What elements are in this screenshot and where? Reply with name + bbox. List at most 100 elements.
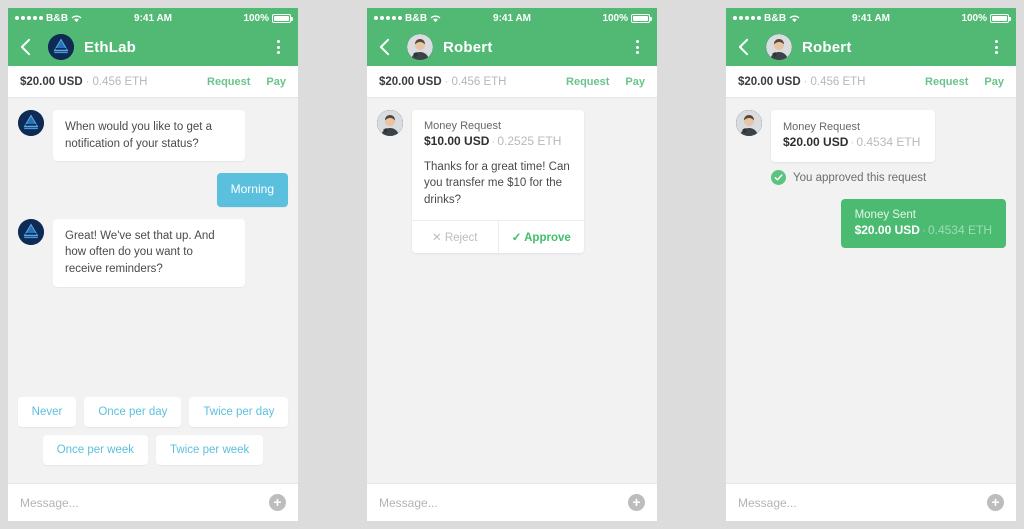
approve-button[interactable]: ✓ Approve — [499, 221, 585, 253]
carrier-label: B&B — [46, 12, 69, 24]
money-request-amount-usd: $20.00 USD — [783, 135, 849, 149]
quick-reply-never[interactable]: Never — [17, 397, 77, 427]
quick-reply-group: Never Once per day Twice per day Once pe… — [17, 397, 289, 473]
money-request-actions: ✕ Reject ✓ Approve — [412, 219, 585, 253]
nav-bar: EthLab — [8, 28, 298, 66]
balance-separator: · — [444, 75, 449, 88]
chat-thread: Money Request $20.00 USD · 0.4534 ETH You … — [726, 98, 1016, 483]
phone-screen-money-request: B&B 9:41 AM 100% Robert $20.00 USD · 0.4… — [367, 8, 657, 521]
signal-strength-icon — [374, 16, 402, 20]
pay-button[interactable]: Pay — [625, 76, 645, 88]
plus-circle-icon[interactable]: + — [628, 494, 645, 511]
status-bar-left: B&B — [15, 13, 134, 24]
money-request-amount-eth: 0.2525 ETH — [497, 134, 562, 148]
message-row-money-request: Money Request $20.00 USD · 0.4534 ETH — [736, 110, 1006, 162]
status-bar-time: 9:41 AM — [852, 12, 890, 24]
message-composer[interactable]: Message... + — [726, 483, 1016, 521]
message-bubble: Great! We've set that up. And how often … — [53, 218, 245, 287]
reject-button[interactable]: ✕ Reject — [412, 220, 499, 253]
request-button[interactable]: Request — [207, 76, 250, 88]
robert-photo-avatar[interactable] — [407, 34, 433, 60]
signal-strength-icon — [733, 16, 761, 20]
pay-button[interactable]: Pay — [266, 76, 286, 88]
money-request-card: Money Request $20.00 USD · 0.4534 ETH — [771, 110, 935, 162]
ethlab-logo-avatar[interactable] — [48, 34, 74, 60]
battery-full-icon — [990, 13, 1012, 23]
x-icon: ✕ — [432, 231, 442, 244]
approved-notice: You approved this request — [771, 170, 1006, 185]
money-request-separator: · — [850, 135, 855, 149]
nav-bar: Robert — [367, 28, 657, 66]
message-row-bot: Great! We've set that up. And how often … — [18, 218, 288, 287]
status-bar-time: 9:41 AM — [493, 12, 531, 24]
status-bar-left: B&B — [374, 13, 493, 24]
quick-reply-twice-per-day[interactable]: Twice per day — [189, 397, 289, 427]
money-request-amount-eth: 0.4534 ETH — [856, 135, 921, 149]
money-sent-separator: · — [921, 223, 926, 237]
money-request-amount-usd: $10.00 USD — [424, 134, 490, 148]
battery-percent-label: 100% — [602, 12, 629, 24]
status-bar-right: 100% — [890, 13, 1012, 24]
status-bar-time: 9:41 AM — [134, 12, 172, 24]
money-request-card-body: Money Request $10.00 USD · 0.2525 ETH Than… — [412, 110, 584, 220]
balance-usd: $20.00 USD — [20, 75, 83, 88]
chat-thread: Money Request $10.00 USD · 0.2525 ETH Than… — [367, 98, 657, 483]
balance-eth: 0.456 ETH — [810, 75, 866, 88]
carrier-label: B&B — [405, 12, 428, 24]
quick-reply-row: Once per week Twice per week — [18, 435, 288, 465]
status-bar-left: B&B — [733, 13, 852, 24]
balance-usd: $20.00 USD — [379, 75, 442, 88]
money-sent-amount-usd: $20.00 USD — [854, 223, 920, 237]
reject-label: Reject — [444, 231, 478, 244]
balance-bar: $20.00 USD · 0.456 ETH Request Pay — [726, 66, 1016, 98]
balance-bar: $20.00 USD · 0.456 ETH Request Pay — [8, 66, 298, 98]
page-title: Robert — [443, 38, 493, 56]
kebab-menu-icon[interactable] — [629, 40, 645, 54]
message-row-money-request: Money Request $10.00 USD · 0.2525 ETH Than… — [377, 110, 647, 253]
message-row-user: Morning — [18, 173, 288, 207]
money-request-separator: · — [491, 134, 496, 148]
money-request-title: Money Request — [783, 121, 861, 133]
quick-reply-once-per-week[interactable]: Once per week — [42, 435, 149, 465]
robert-photo-avatar — [377, 110, 403, 136]
money-sent-amount: $20.00 USD · 0.4534 ETH — [855, 223, 992, 237]
approved-notice-text: You approved this request — [793, 171, 927, 184]
chevron-left-icon[interactable] — [738, 35, 756, 59]
kebab-menu-icon[interactable] — [988, 40, 1004, 54]
page-title: Robert — [802, 38, 852, 56]
balance-actions: Request Pay — [207, 76, 286, 88]
quick-reply-twice-per-week[interactable]: Twice per week — [156, 435, 264, 465]
message-input[interactable]: Message... — [20, 496, 269, 510]
message-composer[interactable]: Message... + — [8, 483, 298, 521]
quick-reply-once-per-day[interactable]: Once per day — [84, 397, 182, 427]
message-input[interactable]: Message... — [379, 496, 628, 510]
battery-percent-label: 100% — [243, 12, 270, 24]
pay-button[interactable]: Pay — [984, 76, 1004, 88]
message-bubble-user: Morning — [216, 173, 288, 207]
robert-photo-avatar[interactable] — [766, 34, 792, 60]
balance-actions: Request Pay — [925, 76, 1004, 88]
money-sent-amount-eth: 0.4534 ETH — [927, 223, 992, 237]
check-circle-icon — [771, 170, 786, 185]
balance-actions: Request Pay — [566, 76, 645, 88]
money-request-amount: $10.00 USD · 0.2525 ETH — [424, 134, 572, 148]
wifi-icon — [71, 14, 82, 23]
chevron-left-icon[interactable] — [20, 35, 38, 59]
message-row-bot: When would you like to get a notificatio… — [18, 110, 288, 162]
message-input[interactable]: Message... — [738, 496, 987, 510]
wifi-icon — [789, 14, 800, 23]
carrier-label: B&B — [764, 12, 787, 24]
chat-thread: When would you like to get a notificatio… — [8, 98, 298, 483]
kebab-menu-icon[interactable] — [270, 40, 286, 54]
status-bar-right: 100% — [531, 12, 653, 24]
plus-circle-icon[interactable]: + — [269, 494, 286, 511]
signal-strength-icon — [15, 16, 43, 20]
chevron-left-icon[interactable] — [379, 35, 397, 59]
request-button[interactable]: Request — [566, 76, 609, 88]
phone-screen-ethlab-chat: B&B 9:41 AM 100% EthLab $20.00 USD · 0.4… — [8, 8, 298, 521]
message-composer[interactable]: Message... + — [367, 483, 657, 521]
money-sent-bubble: Money Sent $20.00 USD · 0.4534 ETH — [840, 199, 1006, 248]
plus-circle-icon[interactable]: + — [987, 494, 1004, 511]
request-button[interactable]: Request — [925, 76, 968, 88]
check-icon: ✓ — [511, 231, 522, 244]
